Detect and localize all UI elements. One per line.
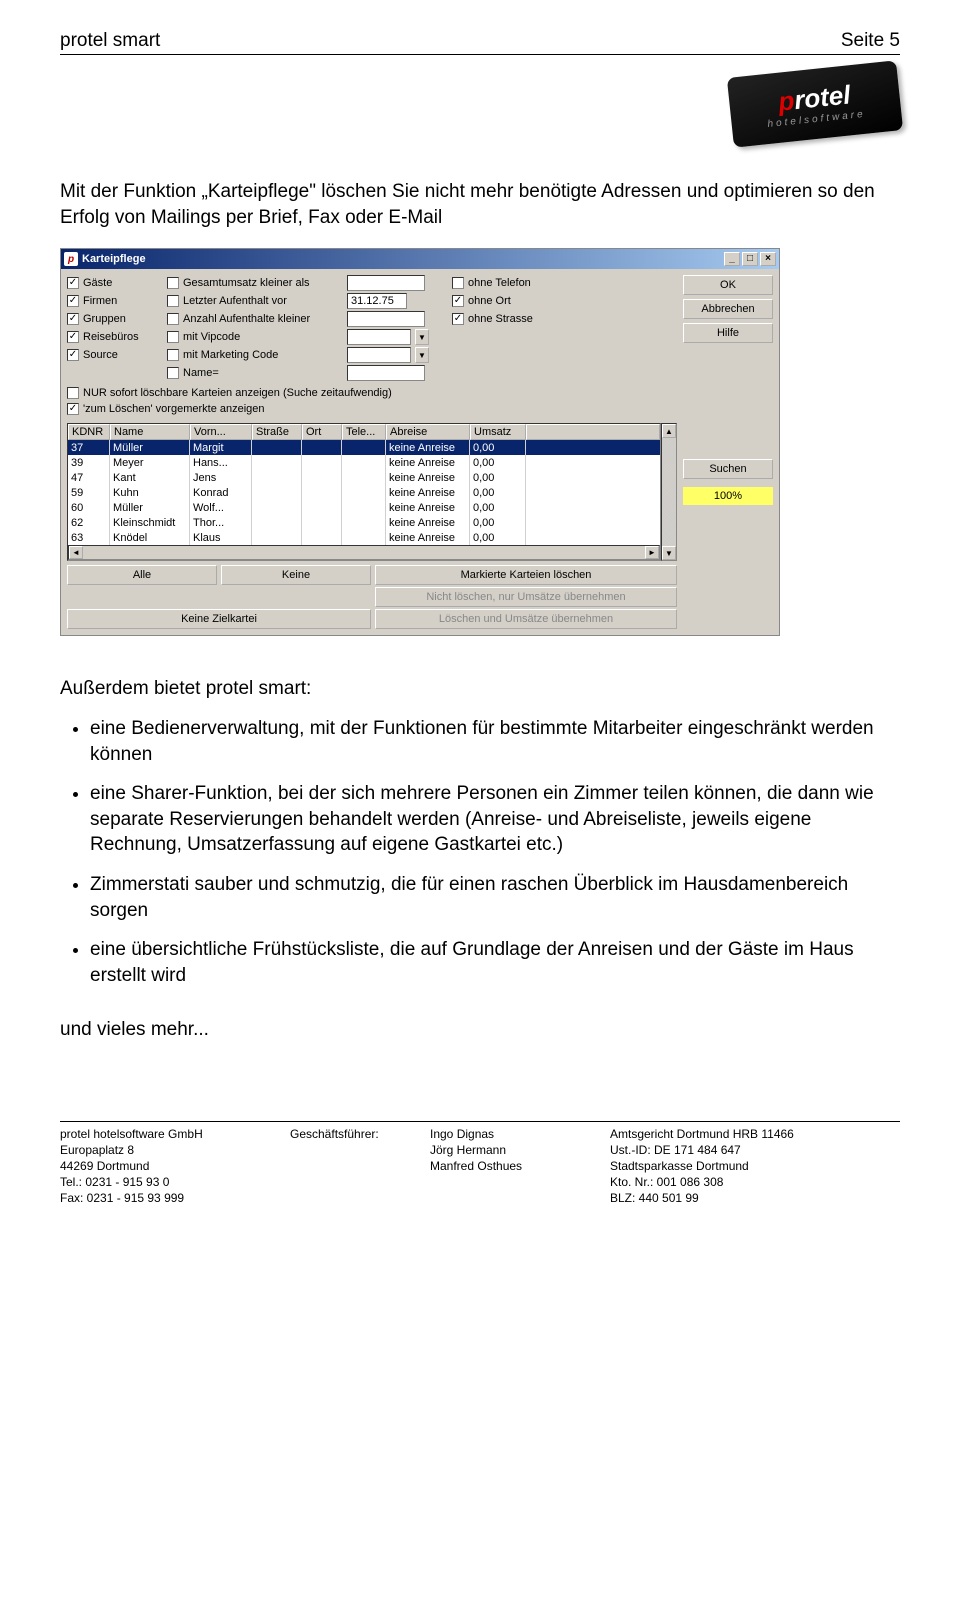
table-row[interactable]: 37MüllerMargitkeine Anreise0,00 bbox=[68, 440, 660, 455]
feature-bullets: eine Bedienerverwaltung, mit der Funktio… bbox=[60, 716, 900, 989]
loeschen-uebernehmen-button: Löschen und Umsätze übernehmen bbox=[375, 609, 677, 629]
date-input[interactable]: 31.12.75 bbox=[347, 293, 407, 309]
col-vorn...[interactable]: Vorn... bbox=[190, 424, 252, 440]
long-filter-2[interactable]: ✓'zum Löschen' vorgemerkte anzeigen bbox=[67, 401, 677, 417]
progress-indicator: 100% bbox=[683, 487, 773, 505]
table-row[interactable]: 62KleinschmidtThor...keine Anreise0,00 bbox=[68, 515, 660, 530]
chevron-down-icon[interactable]: ▼ bbox=[415, 347, 429, 363]
combo-input-4[interactable] bbox=[347, 347, 411, 363]
table-row[interactable]: 47KantJenskeine Anreise0,00 bbox=[68, 470, 660, 485]
karteipflege-window: p Karteipflege _ □ × ✓Gäste ✓Firmen ✓Grupp… bbox=[60, 248, 780, 636]
filter-firmen[interactable]: ✓Firmen bbox=[67, 293, 157, 309]
nicht-loeschen-button: Nicht löschen, nur Umsätze übernehmen bbox=[375, 587, 677, 607]
table-row[interactable]: 59KuhnKonradkeine Anreise0,00 bbox=[68, 485, 660, 500]
scroll-up-icon: ▲ bbox=[662, 424, 676, 438]
col-straße[interactable]: Straße bbox=[252, 424, 302, 440]
filter-gruppen[interactable]: ✓Gruppen bbox=[67, 311, 157, 327]
header-page: Seite 5 bbox=[841, 30, 900, 52]
scroll-down-icon: ▼ bbox=[662, 546, 676, 560]
col-kdnr[interactable]: KDNR bbox=[68, 424, 110, 440]
table-row[interactable]: 39MeyerHans...keine Anreise0,00 bbox=[68, 455, 660, 470]
filter-ohne-telefon[interactable]: ohne Telefon bbox=[452, 275, 562, 291]
abbrechen-button[interactable]: Abbrechen bbox=[683, 299, 773, 319]
filter-col2-0[interactable]: Gesamtumsatz kleiner als bbox=[167, 275, 337, 291]
header-title: protel smart bbox=[60, 30, 160, 52]
filter-col2-3[interactable]: mit Vipcode bbox=[167, 329, 337, 345]
list-item: Zimmerstati sauber und schmutzig, die fü… bbox=[90, 872, 900, 923]
text-input-0[interactable] bbox=[347, 275, 425, 291]
chevron-down-icon[interactable]: ▼ bbox=[415, 329, 429, 345]
page-header: protel smart Seite 5 bbox=[60, 30, 900, 55]
alle-button[interactable]: Alle bbox=[67, 565, 217, 585]
maximize-button[interactable]: □ bbox=[742, 252, 758, 266]
scroll-left-icon: ◄ bbox=[69, 546, 83, 559]
intro-paragraph: Mit der Funktion „Karteipflege" löschen … bbox=[60, 179, 900, 230]
filter-source[interactable]: ✓Source bbox=[67, 347, 157, 363]
list-item: eine übersichtliche Frühstücksliste, die… bbox=[90, 937, 900, 988]
filter-gäste[interactable]: ✓Gäste bbox=[67, 275, 157, 291]
col-tele...[interactable]: Tele... bbox=[342, 424, 386, 440]
v-scrollbar[interactable]: ▲ ▼ bbox=[661, 423, 677, 561]
table-row[interactable]: 60MüllerWolf...keine Anreise0,00 bbox=[68, 500, 660, 515]
page-footer: protel hotelsoftware GmbHEuropaplatz 844… bbox=[60, 1121, 900, 1207]
window-title: Karteipflege bbox=[82, 253, 146, 265]
hilfe-button[interactable]: Hilfe bbox=[683, 323, 773, 343]
minimize-button[interactable]: _ bbox=[724, 252, 740, 266]
suchen-button[interactable]: Suchen bbox=[683, 459, 773, 479]
combo-input-3[interactable] bbox=[347, 329, 411, 345]
filter-ohne-strasse[interactable]: ✓ohne Strasse bbox=[452, 311, 562, 327]
list-item: eine Sharer-Funktion, bei der sich mehre… bbox=[90, 781, 900, 858]
text-input-5[interactable] bbox=[347, 365, 425, 381]
filter-col2-5[interactable]: Name= bbox=[167, 365, 337, 381]
intro2-paragraph: Außerdem bietet protel smart: bbox=[60, 676, 900, 702]
col-umsatz[interactable]: Umsatz bbox=[470, 424, 526, 440]
col-name[interactable]: Name bbox=[110, 424, 190, 440]
col-ort[interactable]: Ort bbox=[302, 424, 342, 440]
app-icon: p bbox=[64, 252, 78, 266]
ok-button[interactable]: OK bbox=[683, 275, 773, 295]
filter-col2-1[interactable]: Letzter Aufenthalt vor bbox=[167, 293, 337, 309]
filter-col2-4[interactable]: mit Marketing Code bbox=[167, 347, 337, 363]
filter-reisebüros[interactable]: ✓Reisebüros bbox=[67, 329, 157, 345]
list-item: eine Bedienerverwaltung, mit der Funktio… bbox=[90, 716, 900, 767]
scroll-right-icon: ► bbox=[645, 546, 659, 559]
text-input-2[interactable] bbox=[347, 311, 425, 327]
keine-zielkartei-button[interactable]: Keine Zielkartei bbox=[67, 609, 371, 629]
table-row[interactable]: 63KnödelKlauskeine Anreise0,00 bbox=[68, 530, 660, 545]
closing-text: und vieles mehr... bbox=[60, 1019, 900, 1041]
results-table[interactable]: KDNRNameVorn...StraßeOrtTele...AbreiseUm… bbox=[67, 423, 661, 561]
filter-ohne-ort[interactable]: ✓ohne Ort bbox=[452, 293, 562, 309]
markierte-loeschen-button[interactable]: Markierte Karteien löschen bbox=[375, 565, 677, 585]
close-button[interactable]: × bbox=[760, 252, 776, 266]
titlebar[interactable]: p Karteipflege _ □ × bbox=[61, 249, 779, 269]
protel-logo: protel hotelsoftware bbox=[727, 60, 903, 147]
long-filter-1[interactable]: NUR sofort löschbare Karteien anzeigen (… bbox=[67, 385, 677, 401]
col-abreise[interactable]: Abreise bbox=[386, 424, 470, 440]
filter-col2-2[interactable]: Anzahl Aufenthalte kleiner bbox=[167, 311, 337, 327]
keine-button[interactable]: Keine bbox=[221, 565, 371, 585]
h-scrollbar[interactable]: ◄ ► bbox=[68, 545, 660, 560]
